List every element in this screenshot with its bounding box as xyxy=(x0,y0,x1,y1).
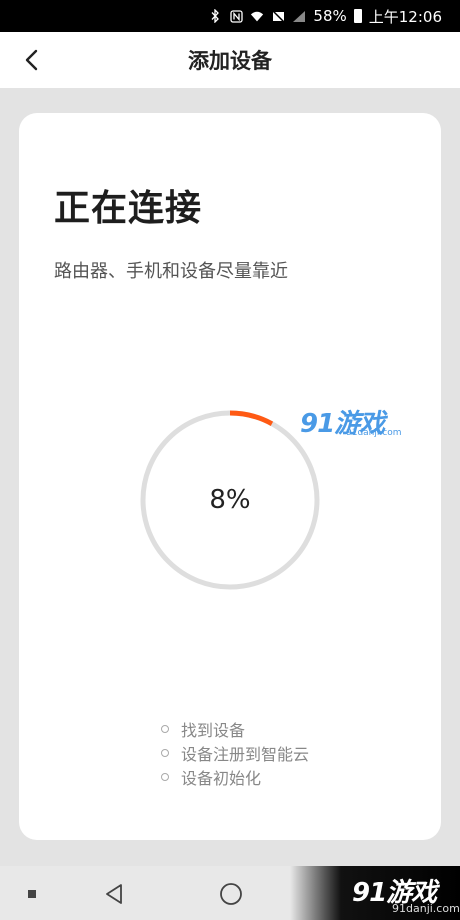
step-label: 设备初始化 xyxy=(181,769,262,788)
nfc-icon xyxy=(229,9,243,23)
mute-icon xyxy=(271,9,285,23)
step-dot-icon xyxy=(161,773,169,781)
progress-percentage: 8% xyxy=(209,485,251,515)
connection-steps: 找到设备 设备注册到智能云 设备初始化 xyxy=(161,717,309,789)
triangle-back-icon xyxy=(106,884,122,904)
clock: 上午12:06 xyxy=(368,7,442,26)
watermark-center: 91游戏 91danji.com xyxy=(300,403,401,440)
step-label: 找到设备 xyxy=(181,721,246,740)
chevron-left-icon xyxy=(25,49,38,71)
battery-icon xyxy=(353,9,362,23)
recent-apps-button[interactable] xyxy=(18,880,46,908)
back-button[interactable] xyxy=(14,42,50,78)
page-title: 添加设备 xyxy=(188,49,272,73)
progress-ring: 8% xyxy=(139,409,321,591)
step-item: 找到设备 xyxy=(161,717,309,741)
status-bar: 58% 上午12:06 xyxy=(0,0,460,32)
watermark-corner: 91游戏 91danji.com xyxy=(352,872,460,915)
circle-home-icon xyxy=(220,883,242,905)
wifi-icon xyxy=(250,9,264,23)
connecting-heading: 正在连接 xyxy=(54,188,203,229)
signal-icon xyxy=(292,9,306,23)
home-button[interactable] xyxy=(217,880,245,908)
nav-back-button[interactable] xyxy=(100,880,128,908)
connecting-hint: 路由器、手机和设备尽量靠近 xyxy=(54,261,288,282)
battery-percentage: 58% xyxy=(313,7,347,25)
app-header: 添加设备 xyxy=(0,32,460,88)
watermark-url: 91danji.com xyxy=(392,902,460,915)
step-item: 设备初始化 xyxy=(161,765,309,789)
watermark-url: 91danji.com xyxy=(346,428,402,438)
square-icon xyxy=(28,890,36,898)
step-dot-icon xyxy=(161,725,169,733)
step-dot-icon xyxy=(161,749,169,757)
bluetooth-icon xyxy=(208,9,222,23)
connection-card: 正在连接 路由器、手机和设备尽量靠近 8% 找到设备 设备注册到智能云 设备初始… xyxy=(19,113,441,840)
step-label: 设备注册到智能云 xyxy=(181,745,310,764)
step-item: 设备注册到智能云 xyxy=(161,741,309,765)
